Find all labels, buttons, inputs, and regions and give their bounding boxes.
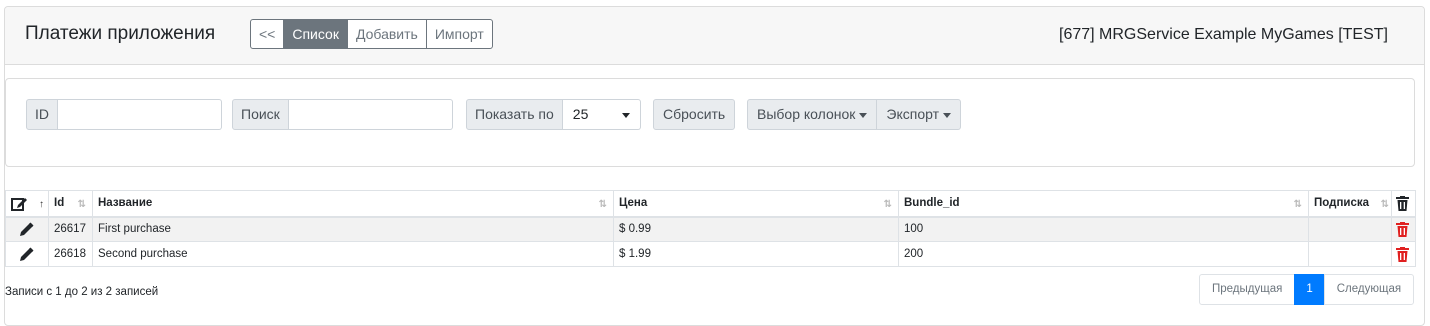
add-button[interactable]: Добавить — [346, 19, 427, 49]
page-size-value: 25 — [572, 106, 589, 122]
page-size-label: Показать по — [466, 99, 563, 130]
chevron-down-icon — [621, 113, 630, 118]
table-info: Записи с 1 до 2 из 2 записей — [5, 286, 159, 298]
chevron-down-icon — [943, 112, 952, 118]
delete-cell — [1391, 241, 1416, 267]
sort-asc-icon: ↑ — [39, 199, 44, 210]
id-filter-label: ID — [26, 99, 58, 130]
trash-icon[interactable] — [1396, 221, 1409, 237]
search-filter-group: Поиск — [232, 99, 453, 130]
filter-panel: ID Поиск Показать по 25 Сбросить Выбор к… — [5, 78, 1415, 167]
app-name: [677] MRGService Example MyGames [TEST] — [1059, 26, 1388, 43]
sort-icon: ⇅ — [598, 199, 607, 210]
edit-cell — [5, 216, 49, 242]
export-label: Экспорт — [886, 106, 940, 122]
search-label: Поиск — [232, 99, 289, 130]
pencil-icon[interactable] — [20, 222, 34, 237]
page-size-group: Показать по 25 — [466, 99, 641, 130]
name-cell: Second purchase — [92, 241, 614, 267]
edit-square-icon — [11, 197, 27, 211]
sort-icon: ⇅ — [1380, 199, 1389, 210]
pagination-page-1[interactable]: 1 — [1294, 274, 1325, 305]
table-row: 26618 Second purchase $ 1.99 200 — [5, 241, 1416, 267]
pagination-next[interactable]: Следующая — [1323, 274, 1415, 305]
name-cell: First purchase — [92, 216, 614, 242]
list-button[interactable]: Список — [283, 19, 348, 49]
column-header-label: Цена — [619, 197, 648, 210]
sort-icon: ⇅ — [77, 199, 86, 210]
price-cell: $ 1.99 — [613, 241, 899, 267]
reset-button[interactable]: Сбросить — [653, 99, 736, 130]
trash-icon[interactable] — [1396, 246, 1409, 262]
pencil-icon[interactable] — [20, 247, 34, 261]
payments-table: ↑ Id ⇅ Название ⇅ Цена ⇅ Bundle_id ⇅ Подписк… — [5, 190, 1416, 267]
column-header-id[interactable]: Id ⇅ — [48, 190, 93, 218]
column-header-label: Id — [54, 197, 65, 210]
sort-icon: ⇅ — [1293, 199, 1302, 210]
column-header-label: Подписка — [1314, 197, 1370, 210]
edit-column-header[interactable]: ↑ — [5, 190, 49, 218]
column-header-name[interactable]: Название ⇅ — [92, 190, 614, 218]
delete-column-header — [1391, 190, 1416, 218]
price-cell: $ 0.99 — [613, 216, 899, 242]
trash-icon — [1396, 195, 1409, 211]
id-cell: 26618 — [48, 241, 93, 267]
page-title: Платежи приложения — [25, 23, 216, 44]
chevron-down-icon — [859, 112, 868, 118]
column-header-price[interactable]: Цена ⇅ — [613, 190, 899, 218]
id-filter-input[interactable] — [58, 99, 222, 130]
table-header-row: ↑ Id ⇅ Название ⇅ Цена ⇅ Bundle_id ⇅ Подписк… — [5, 190, 1416, 218]
subscription-cell — [1308, 216, 1392, 242]
column-header-label: Bundle_id — [904, 197, 960, 210]
column-header-label: Название — [98, 197, 153, 210]
sort-icon: ⇅ — [883, 199, 892, 210]
nav-button-group: << Список Добавить Импорт — [250, 19, 493, 49]
column-export-group: Выбор колонок Экспорт — [747, 99, 962, 130]
id-cell: 26617 — [48, 216, 93, 242]
column-header-bundle-id[interactable]: Bundle_id ⇅ — [898, 190, 1309, 218]
column-header-subscription[interactable]: Подписка ⇅ — [1308, 190, 1392, 218]
id-filter-group: ID — [26, 99, 222, 130]
table-row: 26617 First purchase $ 0.99 100 — [5, 216, 1416, 242]
delete-cell — [1391, 216, 1416, 242]
bundle-id-cell: 100 — [898, 216, 1309, 242]
page-header: Платежи приложения << Список Добавить Им… — [5, 7, 1424, 65]
search-input[interactable] — [288, 99, 453, 130]
import-button[interactable]: Импорт — [425, 19, 493, 49]
page-size-select[interactable]: 25 — [562, 99, 641, 130]
export-button[interactable]: Экспорт — [876, 99, 962, 130]
column-select-label: Выбор колонок — [757, 106, 856, 122]
back-button[interactable]: << — [250, 19, 285, 49]
pagination-previous[interactable]: Предыдущая — [1199, 274, 1296, 305]
subscription-cell — [1308, 241, 1392, 267]
bundle-id-cell: 200 — [898, 241, 1309, 267]
edit-cell — [5, 241, 49, 267]
column-select-button[interactable]: Выбор колонок — [747, 99, 878, 130]
pagination: Предыдущая 1 Следующая — [1199, 274, 1415, 305]
